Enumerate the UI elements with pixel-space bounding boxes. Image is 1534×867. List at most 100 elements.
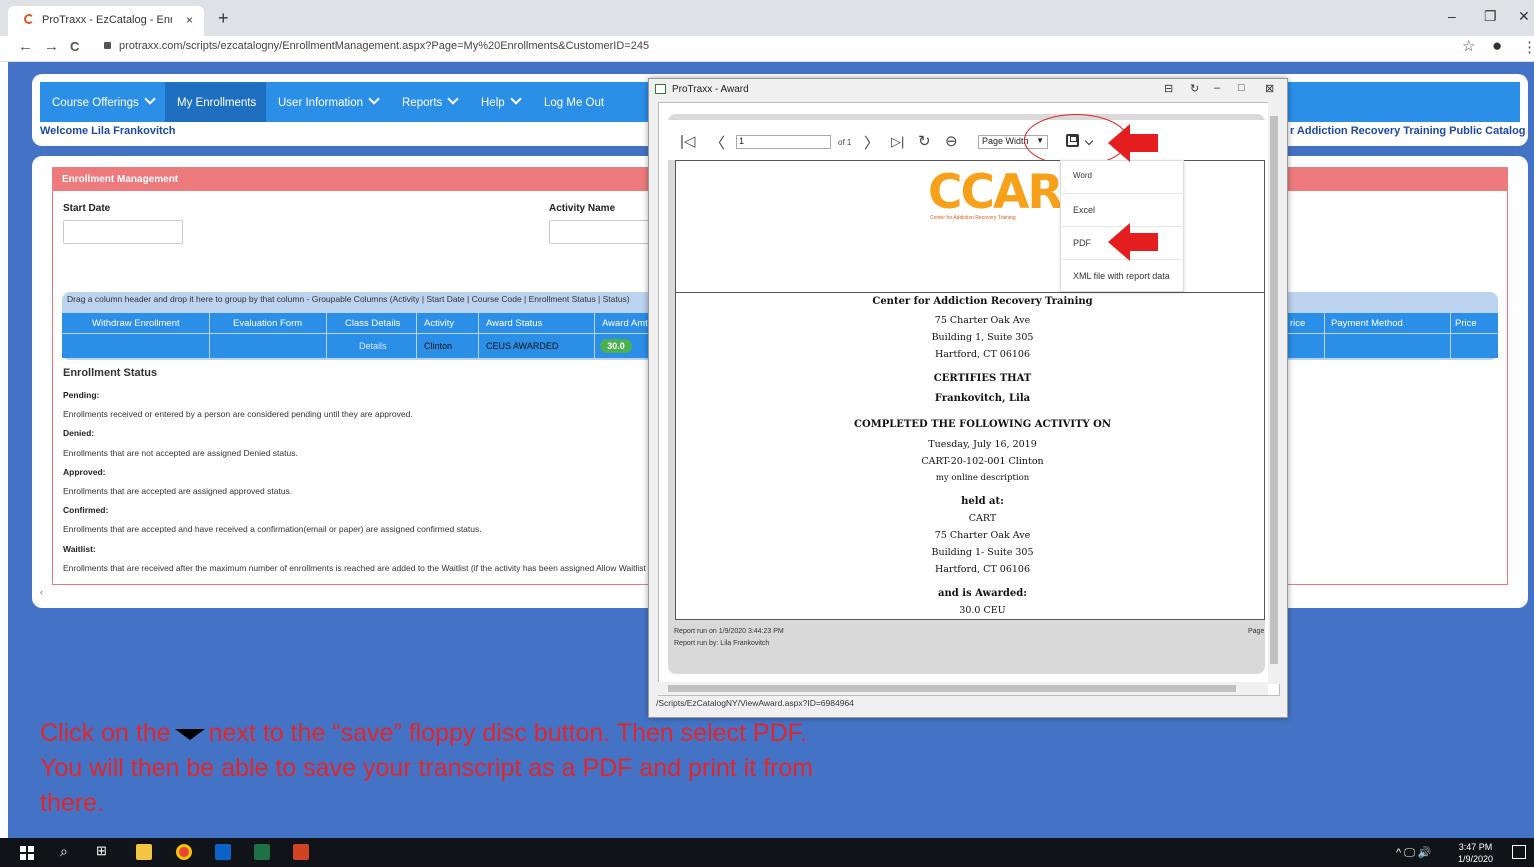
page-number-input[interactable]: 1 — [736, 135, 831, 149]
nav-user-information[interactable]: User Information — [278, 82, 380, 122]
report-certifies: CERTIFIES THAT — [933, 373, 1032, 384]
nav-course-offerings[interactable]: Course Offerings — [52, 82, 156, 122]
report-awarded: and is Awarded: — [938, 588, 1027, 599]
nav-reports[interactable]: Reports — [402, 82, 459, 122]
report-course: CART-20-102-001 Clinton — [921, 456, 1044, 467]
window-close-button[interactable]: ✕ — [1518, 8, 1530, 25]
cell-award-status: CEUS AWARDED — [486, 341, 559, 351]
report-run-on: Report run on 1/9/2020 3:44:23 PM — [674, 628, 784, 635]
back-button[interactable]: ← — [18, 38, 33, 55]
window-icon — [655, 84, 666, 94]
tab-close-icon[interactable]: × — [186, 13, 193, 27]
profile-icon[interactable]: ● — [1492, 36, 1502, 56]
nav-my-enrollments[interactable]: My Enrollments — [165, 82, 266, 122]
report-venue-addr3: Hartford, CT 06106 — [934, 564, 1031, 575]
browser-menu-icon[interactable]: ⋮ — [1522, 38, 1534, 56]
details-link[interactable]: Details — [359, 341, 387, 351]
notifications-icon[interactable] — [1512, 845, 1526, 859]
popup-minimize-button[interactable]: – — [1214, 82, 1220, 94]
powerpoint-icon[interactable] — [293, 844, 309, 860]
popup-maximize-button[interactable]: □ — [1238, 82, 1245, 94]
search-icon[interactable]: ⌕ — [60, 843, 68, 860]
report-run-by: Report run by: Lila Frankovitch — [674, 640, 770, 647]
chevron-down-icon — [447, 93, 459, 105]
popup-pin-icon[interactable]: ⊟ — [1164, 82, 1173, 95]
instruction-annotation: Click on the next to the “save” floppy di… — [40, 719, 814, 817]
popup-close-button[interactable]: ⊠ — [1265, 82, 1274, 95]
start-date-input[interactable] — [63, 220, 183, 244]
next-page-icon[interactable]: 〉 — [864, 132, 879, 153]
window-restore-button[interactable]: ❐ — [1484, 8, 1497, 25]
outlook-icon[interactable] — [215, 844, 231, 860]
bookmark-star-icon[interactable]: ☆ — [1462, 37, 1475, 55]
column-divider — [594, 313, 595, 360]
ccar-logo: CCAR Center for Addiction Recovery Traini… — [928, 165, 1064, 221]
popup-refresh-icon[interactable]: ↻ — [1190, 82, 1199, 95]
file-explorer-icon[interactable] — [136, 844, 152, 860]
prev-page-icon[interactable]: 〈 — [710, 132, 725, 153]
enrollment-status-title: Enrollment Status — [63, 367, 158, 379]
col-price-partial[interactable]: rice — [1290, 318, 1305, 329]
last-page-icon[interactable]: ▷| — [891, 134, 904, 150]
status-desc-confirmed: Enrollments that are accepted and have r… — [63, 524, 482, 534]
activity-name-label: Activity Name — [549, 203, 616, 214]
status-term-waitlist: Waitlist: — [63, 544, 96, 554]
report-completed: COMPLETED THE FOLLOWING ACTIVITY ON — [854, 419, 1111, 430]
status-desc-approved: Enrollments that are accepted are assign… — [63, 486, 293, 496]
first-page-icon[interactable]: |◁ — [680, 132, 695, 150]
chevron-down-icon — [144, 93, 156, 105]
col-payment-method[interactable]: Payment Method — [1331, 318, 1403, 329]
report-header-divider — [675, 292, 1265, 293]
chevron-down-icon — [509, 93, 522, 105]
windows-start-icon[interactable] — [20, 846, 34, 860]
col-award-status[interactable]: Award Status — [486, 318, 542, 329]
url-text: protraxx.com/scripts/ezcatalogny/Enrollm… — [119, 40, 650, 52]
report-recipient-name: Frankovitch, Lila — [934, 393, 1031, 404]
welcome-text: Welcome Lila Frankovitch — [40, 125, 176, 137]
system-tray-icons[interactable]: ^ 🖵 🔊 — [1396, 846, 1432, 860]
new-tab-button[interactable]: + — [218, 8, 229, 29]
status-desc-waitlist: Enrollments that are received after the … — [63, 563, 646, 573]
window-minimize-button[interactable]: – — [1448, 8, 1456, 24]
chrome-icon[interactable] — [176, 844, 192, 860]
back-to-parent-icon[interactable]: ⊖ — [945, 132, 958, 150]
task-view-icon[interactable]: ⊞ — [96, 843, 107, 859]
export-option-excel[interactable]: Excel — [1073, 205, 1095, 215]
scroll-left-icon[interactable]: ‹ — [40, 587, 43, 597]
col-award-amt[interactable]: Award Amt — [602, 318, 648, 329]
column-divider — [1324, 313, 1325, 360]
report-org: Center for Addiction Recovery Training — [872, 296, 1093, 307]
browser-tab-bar — [0, 0, 1534, 36]
column-divider — [1450, 313, 1451, 360]
nav-log-me-out[interactable]: Log Me Out — [544, 82, 604, 122]
group-by-hint: Drag a column header and drop it here to… — [67, 294, 630, 304]
reload-button[interactable]: C — [70, 39, 79, 54]
col-price[interactable]: Price — [1455, 318, 1477, 329]
col-class-details[interactable]: Class Details — [345, 318, 400, 329]
col-evaluation-form[interactable]: Evaluation Form — [233, 318, 302, 329]
browser-tab[interactable]: ProTraxx - EzCatalog - Enrollmen × — [8, 6, 204, 36]
refresh-report-icon[interactable]: ↻ — [918, 132, 931, 150]
vertical-scroll-thumb[interactable] — [1270, 116, 1278, 664]
cell-activity: Clinton — [424, 341, 453, 351]
activity-name-input[interactable] — [549, 220, 649, 244]
export-option-word[interactable]: Word — [1073, 171, 1092, 180]
report-held-at: held at: — [961, 496, 1004, 507]
report-ceu: 30.0 CEU — [959, 605, 1006, 616]
taskbar-clock[interactable]: 3:47 PM 1/9/2020 — [1458, 841, 1493, 865]
url-field[interactable]: protraxx.com/scripts/ezcatalogny/Enrollm… — [104, 40, 649, 52]
nav-help[interactable]: Help — [481, 82, 522, 122]
col-activity[interactable]: Activity — [424, 318, 454, 329]
award-amount-badge: 30.0 — [600, 339, 632, 353]
excel-icon[interactable] — [254, 844, 270, 860]
horizontal-scroll-thumb[interactable] — [668, 685, 1236, 692]
red-arrow-annotation — [1108, 124, 1158, 162]
export-option-pdf[interactable]: PDF — [1073, 238, 1091, 248]
report-venue-addr1: 75 Charter Oak Ave — [934, 530, 1031, 541]
status-desc-pending: Enrollments received or entered by a per… — [63, 409, 413, 419]
forward-button[interactable]: → — [44, 38, 59, 55]
dropdown-arrow-icon — [174, 728, 205, 740]
export-option-xml[interactable]: XML file with report data — [1073, 271, 1170, 281]
col-withdraw-enrollment[interactable]: Withdraw Enrollment — [92, 318, 180, 329]
status-term-pending: Pending: — [63, 390, 100, 400]
